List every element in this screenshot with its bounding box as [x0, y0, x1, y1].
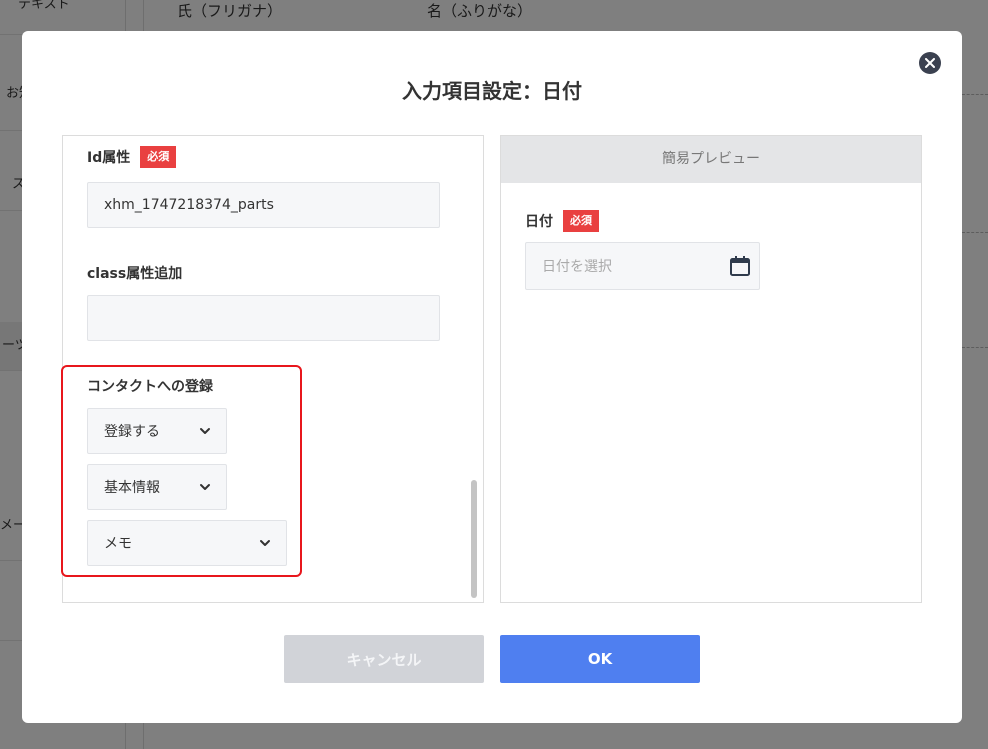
contact-field-select[interactable]: メモ [87, 520, 287, 566]
required-badge: 必須 [140, 146, 177, 168]
class-attribute-input[interactable] [87, 295, 440, 341]
chevron-down-icon [260, 540, 270, 546]
id-attribute-label: Id属性 必須 [87, 146, 177, 168]
ok-button[interactable]: OK [500, 635, 700, 683]
class-attribute-label: class属性追加 [87, 266, 183, 282]
chevron-down-icon [200, 428, 210, 434]
cancel-button[interactable]: キャンセル [284, 635, 484, 683]
calendar-icon[interactable] [729, 255, 751, 277]
input-settings-modal: 入力項目設定：日付 Id属性 必須 xhm_1747218374_parts c… [22, 31, 962, 723]
id-attribute-input[interactable]: xhm_1747218374_parts [87, 182, 440, 228]
close-icon [925, 58, 935, 68]
register-select-value: 登録する [104, 424, 160, 440]
close-button[interactable] [919, 52, 941, 74]
chevron-down-icon [200, 484, 210, 490]
preview-header: 簡易プレビュー [501, 136, 921, 183]
preview-date-input[interactable]: 日付を選択 [525, 242, 760, 290]
contact-field-select-value: メモ [104, 536, 132, 552]
category-select[interactable]: 基本情報 [87, 464, 227, 510]
date-placeholder: 日付を選択 [542, 259, 612, 275]
preview-panel: 簡易プレビュー 日付 必須 日付を選択 [500, 135, 922, 603]
modal-title: 入力項目設定：日付 [402, 79, 582, 103]
contact-registration-label: コンタクトへの登録 [87, 379, 213, 395]
required-badge: 必須 [563, 210, 599, 232]
settings-panel: Id属性 必須 xhm_1747218374_parts class属性追加 コ… [62, 135, 484, 603]
register-select[interactable]: 登録する [87, 408, 227, 454]
id-attribute-label-text: Id属性 [87, 150, 131, 166]
settings-scrollbar[interactable] [471, 480, 477, 598]
preview-date-label: 日付 必須 [525, 210, 599, 232]
preview-date-label-text: 日付 [525, 214, 553, 230]
category-select-value: 基本情報 [104, 480, 160, 496]
